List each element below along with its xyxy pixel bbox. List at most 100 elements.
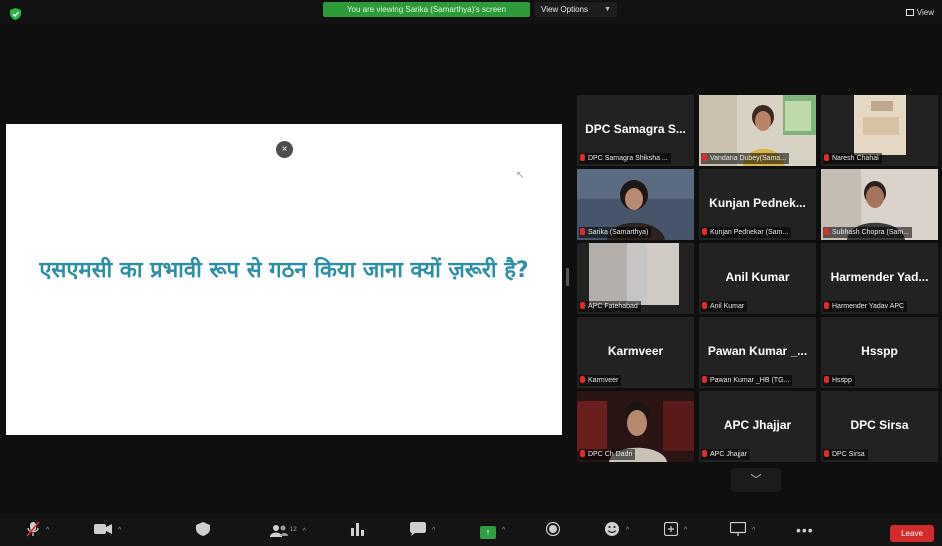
participants-button[interactable]: 12 ^ xyxy=(270,520,306,540)
chat-bubble-icon xyxy=(410,522,426,536)
participant-label-text: DPC Sirsa xyxy=(832,451,865,458)
slide-question: एसएमसी का प्रभावी रूप से गठन किया जाना क… xyxy=(39,258,529,283)
grid-view-icon xyxy=(905,9,914,16)
participant-video-tile[interactable]: Vandana Dubey(Sama... xyxy=(699,95,816,166)
participants-count: 12 xyxy=(290,527,297,533)
whiteboard-button[interactable]: ^ xyxy=(729,520,755,540)
participant-tile[interactable]: DPC Samagra S... DPC Samagra Shiksha ... xyxy=(577,95,694,166)
shared-screen: × ↖ एसएमसी का प्रभावी रूप से गठन किया जा… xyxy=(6,124,562,435)
participant-tile[interactable]: Hsspp Hsspp xyxy=(821,317,938,388)
mic-muted-icon xyxy=(702,154,707,161)
record-button[interactable] xyxy=(545,520,561,540)
chevron-down-icon: ﹀ xyxy=(750,474,762,486)
participant-tile[interactable]: Kunjan Pednek... Kunjan Pednekar (Sam... xyxy=(699,169,816,240)
participant-name: DPC Samagra S... xyxy=(585,122,686,136)
mic-muted-icon xyxy=(702,228,707,235)
participant-name: Harmender Yad... xyxy=(830,270,929,284)
mic-muted-icon xyxy=(580,450,585,457)
participant-label: Vandana Dubey(Sama... xyxy=(701,153,790,164)
participant-label: APC Fatehabad xyxy=(579,301,641,312)
mic-muted-icon xyxy=(702,450,707,457)
participant-tile[interactable]: Harmender Yad... Harmender Yadav APC xyxy=(821,243,938,314)
mic-muted-icon xyxy=(702,376,707,383)
participant-label: Kunjan Pednekar (Sam... xyxy=(701,227,792,238)
participant-video-tile[interactable]: APC Fatehabad xyxy=(577,243,694,314)
participant-video-tile[interactable]: Naresh Chahal xyxy=(821,95,938,166)
share-screen-icon: ↑ xyxy=(480,526,496,539)
mic-muted-icon xyxy=(580,376,585,383)
participant-label-text: Karmveer xyxy=(588,377,619,384)
leave-button[interactable]: Leave xyxy=(890,525,934,542)
more-button[interactable]: ••• xyxy=(796,520,814,540)
chevron-up-icon[interactable]: ^ xyxy=(303,528,306,535)
mic-muted-icon xyxy=(824,154,829,161)
security-button[interactable] xyxy=(196,520,210,540)
shield-icon xyxy=(196,522,210,536)
chat-button[interactable]: ^ xyxy=(410,520,435,540)
participant-label-text: DPC Samagra Shiksha ... xyxy=(588,155,668,162)
participant-label: Pawan Kumar _HB (TG... xyxy=(701,375,793,386)
view-button[interactable]: View xyxy=(905,8,934,17)
chevron-up-icon[interactable]: ^ xyxy=(118,527,121,534)
share-screen-button[interactable]: ↑ ^ xyxy=(480,520,505,540)
mic-muted-icon xyxy=(824,450,829,457)
close-icon[interactable]: × xyxy=(276,141,293,158)
chevron-up-icon[interactable]: ^ xyxy=(626,527,629,534)
participant-label-text: Vandana Dubey(Sama... xyxy=(710,155,787,162)
view-options-button[interactable]: View Options ▼ xyxy=(535,2,617,17)
participant-name: Kunjan Pednek... xyxy=(709,196,806,210)
polls-button[interactable] xyxy=(350,520,364,540)
active-speaker-tile[interactable]: DPC Ch Dadri xyxy=(577,391,694,462)
participants-icon xyxy=(270,525,288,537)
participant-name: Pawan Kumar _... xyxy=(707,344,808,358)
chevron-down-icon: ▼ xyxy=(604,6,611,13)
participant-label-text: Hsspp xyxy=(832,377,852,384)
bar-chart-icon xyxy=(351,523,364,536)
participant-video-tile[interactable]: Subhash Chopra (Sam... xyxy=(821,169,938,240)
view-label: View xyxy=(916,8,934,17)
meeting-toolbar: ^ ^ 12 ^ ^ ↑ ^ ^ ^ ^ ••• xyxy=(0,514,942,546)
participant-label: Hsspp xyxy=(823,375,855,386)
meeting-top-bar: You are viewing Sarika (Samarthya)'s scr… xyxy=(0,0,942,24)
gallery-next-page-button[interactable]: ﹀ xyxy=(731,468,781,492)
mic-muted-icon xyxy=(824,228,829,235)
chevron-up-icon[interactable]: ^ xyxy=(502,527,505,534)
participant-tile[interactable]: Pawan Kumar _... Pawan Kumar _HB (TG... xyxy=(699,317,816,388)
participant-name: Anil Kumar xyxy=(725,270,790,284)
participant-label-text: Subhash Chopra (Sam... xyxy=(832,229,910,236)
apps-button[interactable]: ^ xyxy=(663,520,687,540)
chevron-up-icon[interactable]: ^ xyxy=(432,527,435,534)
participant-tile[interactable]: Karmveer Karmveer xyxy=(577,317,694,388)
record-icon xyxy=(545,521,561,537)
apps-grid-icon xyxy=(663,521,679,537)
unmute-button[interactable]: ^ xyxy=(26,520,49,540)
start-video-button[interactable]: ^ xyxy=(94,520,121,540)
participant-tile[interactable]: APC Jhajjar APC Jhajjar xyxy=(699,391,816,462)
participant-label: DPC Samagra Shiksha ... xyxy=(579,153,671,164)
video-camera-icon xyxy=(94,524,112,534)
participant-label-text: APC Jhajjar xyxy=(710,451,747,458)
participant-label: APC Jhajjar xyxy=(701,449,750,460)
participant-name: DPC Sirsa xyxy=(850,418,909,432)
mic-muted-icon xyxy=(580,302,585,309)
mic-muted-icon xyxy=(824,376,829,383)
participant-tile[interactable]: DPC Sirsa DPC Sirsa xyxy=(821,391,938,462)
smiley-icon xyxy=(605,522,619,536)
participant-video-tile[interactable]: Sarika (Samarthya) xyxy=(577,169,694,240)
split-view-handle[interactable] xyxy=(566,268,569,286)
chevron-up-icon[interactable]: ^ xyxy=(46,527,49,534)
participant-label: Subhash Chopra (Sam... xyxy=(823,227,913,238)
participant-label: DPC Sirsa xyxy=(823,449,868,460)
participant-name: Hsspp xyxy=(861,344,898,358)
whiteboard-icon xyxy=(729,521,747,536)
more-dots-icon: ••• xyxy=(796,522,814,538)
security-shield-icon[interactable] xyxy=(10,8,21,20)
participant-label: DPC Ch Dadri xyxy=(579,449,636,460)
reactions-button[interactable]: ^ xyxy=(604,520,629,540)
chevron-up-icon[interactable]: ^ xyxy=(752,527,755,534)
participant-label-text: DPC Ch Dadri xyxy=(588,451,633,458)
participant-tile[interactable]: Anil Kumar Anil Kumar xyxy=(699,243,816,314)
chevron-up-icon[interactable]: ^ xyxy=(684,527,687,534)
participant-label-text: Naresh Chahal xyxy=(832,155,879,162)
participant-label: Harmender Yadav APC xyxy=(823,301,908,312)
